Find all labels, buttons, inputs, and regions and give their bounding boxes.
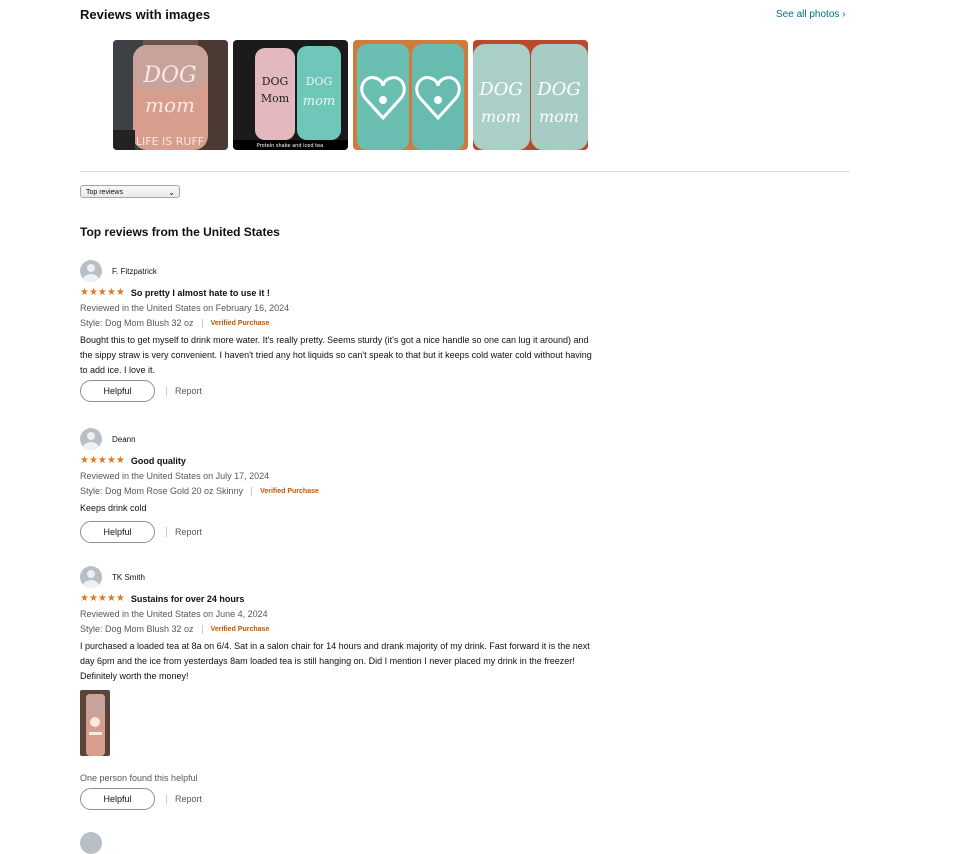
review-body: Keeps drink cold: [80, 503, 147, 513]
review-title[interactable]: Sustains for over 24 hours: [131, 594, 245, 604]
svg-text:DOG: DOG: [478, 79, 523, 100]
top-reviews-heading: Top reviews from the United States: [80, 225, 280, 239]
svg-text:mom: mom: [481, 107, 521, 126]
separator: [166, 527, 167, 537]
avatar: [80, 566, 102, 588]
star-rating[interactable]: ★★★★★: [80, 287, 125, 299]
review-style[interactable]: Style: Dog Mom Blush 32 oz: [80, 318, 194, 329]
review-style[interactable]: Style: Dog Mom Blush 32 oz: [80, 624, 194, 635]
reviewer-name[interactable]: TK Smith: [112, 573, 145, 582]
helpful-button[interactable]: Helpful: [80, 788, 155, 810]
reviews-with-images-heading: Reviews with images: [80, 7, 211, 22]
svg-text:DOG: DOG: [536, 79, 581, 100]
avatar: [80, 428, 102, 450]
verified-purchase-badge: Verified Purchase: [210, 626, 270, 633]
review-item: Deann ★★★★★ Good quality Reviewed in the…: [80, 428, 600, 543]
review-image-thumb-3[interactable]: [353, 40, 468, 150]
review-title[interactable]: Good quality: [131, 456, 186, 466]
review-title[interactable]: So pretty I almost hate to use it !: [131, 288, 270, 298]
verified-purchase-badge: Verified Purchase: [260, 488, 319, 495]
review-image-strip: DOG mom LIFE IS RUFF DOG Mom DOG mom Pro…: [113, 40, 588, 150]
helpful-button[interactable]: Helpful: [80, 380, 155, 402]
separator: [251, 487, 253, 496]
review-image-thumb-2[interactable]: DOG Mom DOG mom Protein shake and iced t…: [233, 40, 348, 150]
sort-reviews-select[interactable]: Top reviews ⌄: [80, 185, 180, 198]
avatar: [80, 260, 102, 282]
chevron-down-icon: ⌄: [168, 188, 175, 197]
reviewer-name[interactable]: Deann: [112, 435, 136, 444]
see-all-photos-label: See all photos: [776, 9, 840, 20]
svg-text:DOG: DOG: [142, 63, 196, 88]
review-image-thumb-4[interactable]: DOG mom DOG mom: [473, 40, 588, 150]
see-all-photos-link[interactable]: See all photos ›: [776, 9, 846, 20]
review-item: TK Smith ★★★★★ Sustains for over 24 hour…: [80, 566, 600, 810]
section-divider: [80, 171, 850, 172]
star-rating[interactable]: ★★★★★: [80, 455, 125, 467]
svg-text:mom: mom: [539, 107, 579, 126]
review-date: Reviewed in the United States on June 4,…: [80, 609, 268, 619]
svg-text:mom: mom: [145, 93, 195, 117]
review-item: F. Fitzpatrick ★★★★★ So pretty I almost …: [80, 260, 600, 402]
report-link[interactable]: Report: [175, 794, 202, 804]
review-date: Reviewed in the United States on Februar…: [80, 303, 290, 313]
report-link[interactable]: Report: [175, 527, 202, 537]
verified-purchase-badge: Verified Purchase: [210, 320, 270, 327]
helpful-count-text: One person found this helpful: [80, 773, 198, 783]
review-body: I purchased a loaded tea at 8a on 6/4. S…: [80, 641, 590, 681]
thumb-caption: Protein shake and iced tea: [257, 143, 323, 149]
star-rating[interactable]: ★★★★★: [80, 593, 125, 605]
report-link[interactable]: Report: [175, 386, 202, 396]
chevron-right-icon: ›: [842, 9, 846, 20]
review-style[interactable]: Style: Dog Mom Rose Gold 20 oz Skinny: [80, 486, 243, 497]
separator: [166, 794, 167, 804]
svg-text:mom: mom: [303, 94, 335, 109]
review-date: Reviewed in the United States on July 17…: [80, 471, 270, 481]
separator: [201, 319, 203, 328]
svg-text:DOG: DOG: [262, 75, 289, 88]
reviewer-name[interactable]: F. Fitzpatrick: [112, 267, 157, 276]
svg-text:DOG: DOG: [306, 75, 333, 88]
helpful-button[interactable]: Helpful: [80, 521, 155, 543]
separator: [201, 625, 203, 634]
avatar: [80, 832, 102, 854]
review-attached-image[interactable]: [80, 690, 110, 756]
separator: [166, 386, 167, 396]
svg-text:Mom: Mom: [261, 92, 290, 105]
sort-value: Top reviews: [86, 189, 123, 196]
svg-text:LIFE IS RUFF: LIFE IS RUFF: [136, 135, 204, 148]
review-body: Bought this to get myself to drink more …: [80, 335, 592, 375]
review-image-thumb-1[interactable]: DOG mom LIFE IS RUFF: [113, 40, 228, 150]
